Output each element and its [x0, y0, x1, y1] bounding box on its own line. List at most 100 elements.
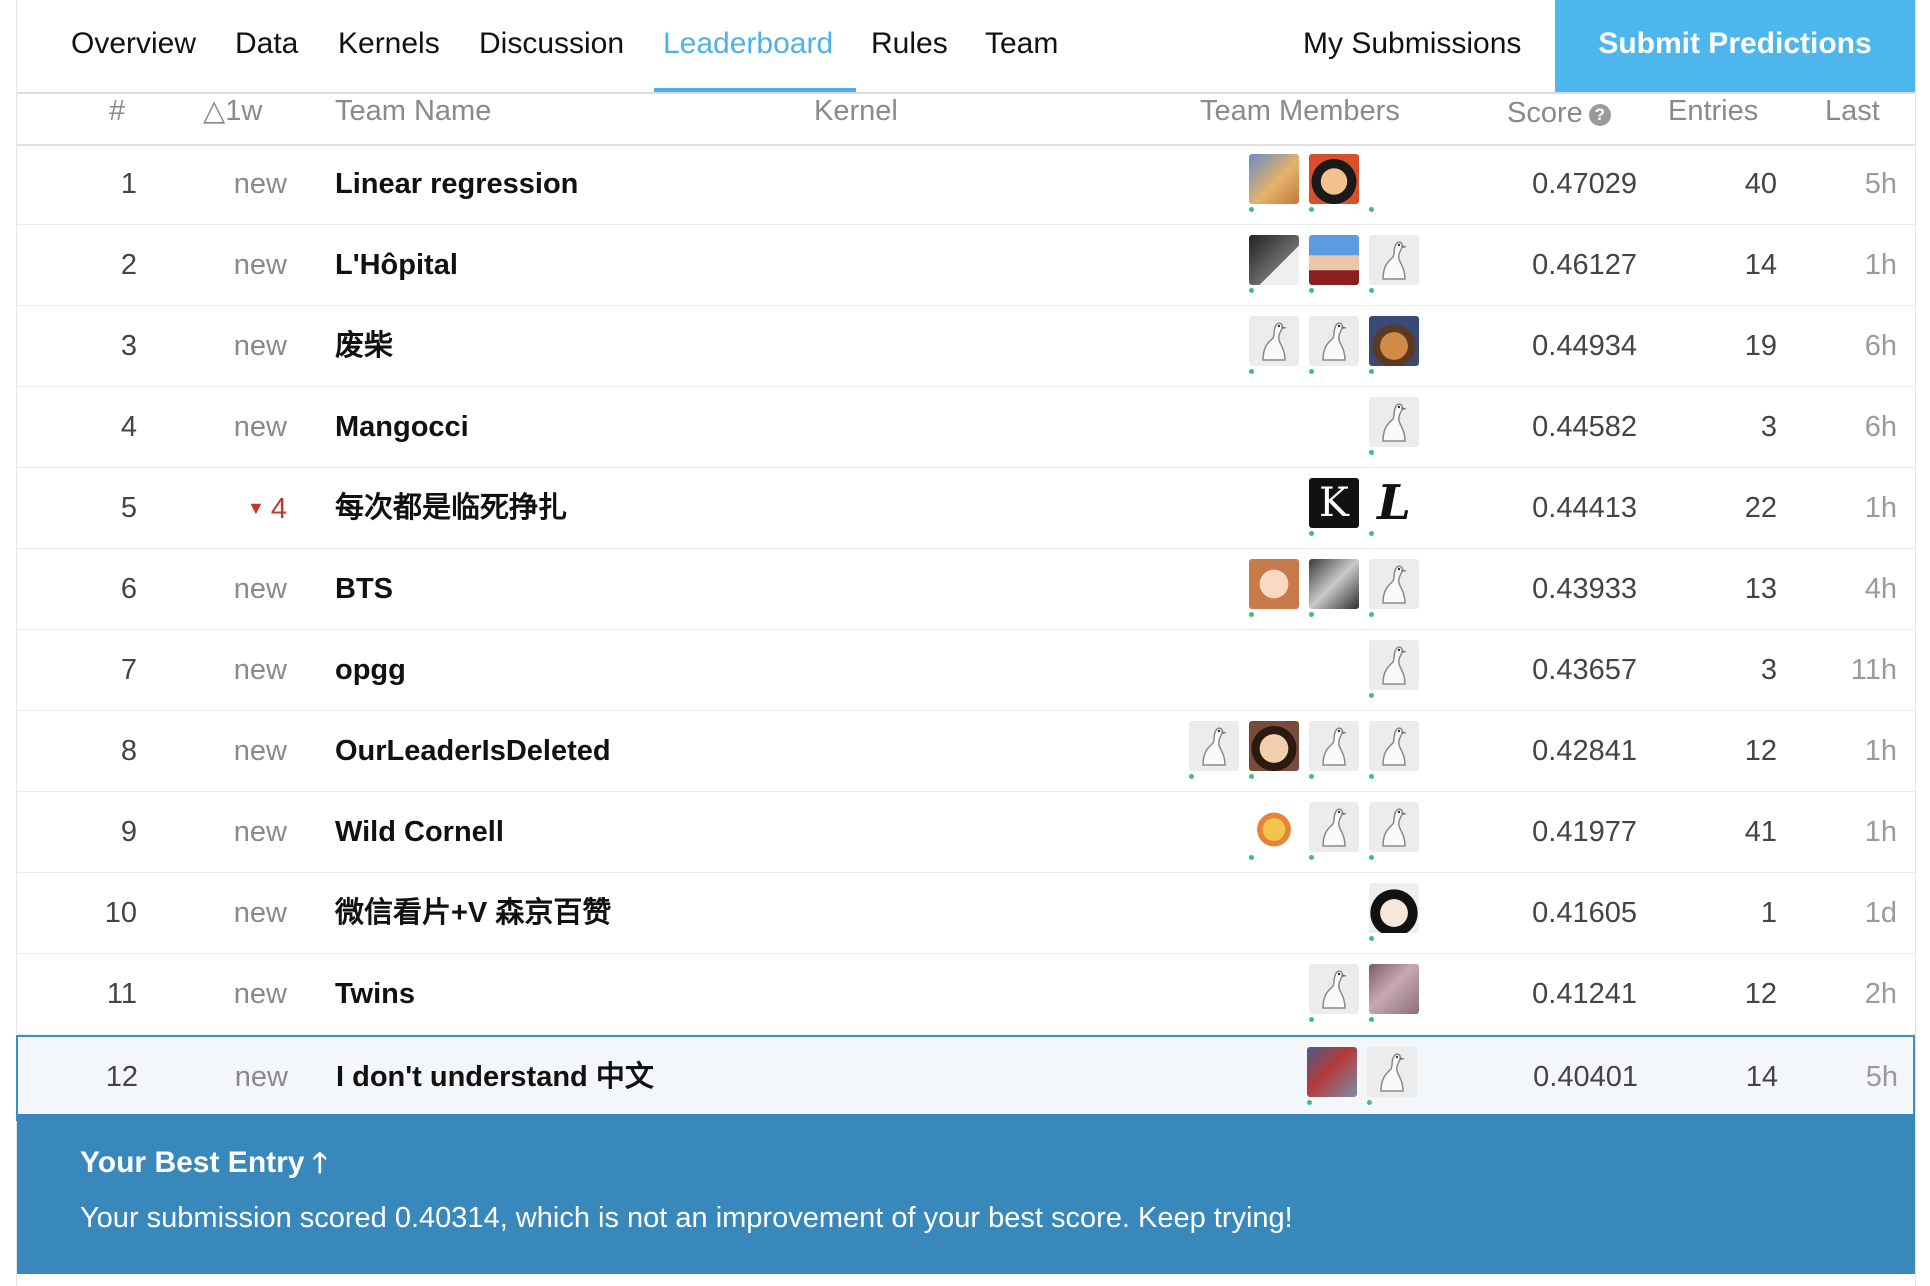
table-row[interactable]: 1 new Linear regression 0.47029 40 5h [17, 144, 1915, 225]
member-avatar[interactable] [1369, 235, 1419, 293]
member-avatar[interactable] [1369, 154, 1419, 212]
table-row[interactable]: 6 new BTS 0.43933 13 4h [17, 549, 1915, 630]
online-status-dot [1309, 612, 1314, 617]
default-goose-avatar-icon [1369, 397, 1419, 447]
tab-discussion[interactable]: Discussion [479, 0, 624, 92]
tab-overview[interactable]: Overview [71, 0, 196, 92]
rank-cell: 11 [106, 978, 137, 1010]
member-avatar[interactable] [1189, 721, 1239, 779]
col-kernel[interactable]: Kernel [814, 96, 898, 140]
last-submission-cell: 4h [1864, 573, 1897, 605]
online-status-dot [1369, 288, 1374, 293]
member-avatar[interactable] [1309, 964, 1359, 1022]
member-avatar[interactable] [1367, 1047, 1417, 1105]
member-avatar[interactable] [1309, 235, 1359, 293]
tab-kernels[interactable]: Kernels [338, 0, 440, 92]
online-status-dot [1309, 207, 1314, 212]
last-submission-cell: 1d [1864, 897, 1897, 929]
member-avatar[interactable] [1249, 559, 1299, 617]
score-cell: 0.43933 [1532, 573, 1637, 605]
table-row[interactable]: 9 new Wild Cornell 0.41977 41 1h [17, 792, 1915, 873]
default-goose-avatar-icon [1309, 316, 1359, 366]
default-goose-avatar-icon [1369, 721, 1419, 771]
member-avatar[interactable] [1307, 1047, 1357, 1105]
team-name: opgg [335, 654, 406, 686]
best-entry-banner: Your Best Entry 🡑 Your submission scored … [17, 1114, 1915, 1274]
entries-cell: 19 [1744, 330, 1777, 362]
question-circle-icon[interactable]: ? [1588, 104, 1611, 126]
change-value: new [233, 573, 287, 605]
change-cell: new [167, 144, 287, 224]
member-avatar[interactable] [1369, 640, 1419, 698]
member-avatar[interactable] [1249, 235, 1299, 293]
rank-cell: 3 [120, 330, 137, 362]
tab-team[interactable]: Team [985, 0, 1058, 92]
online-status-dot [1249, 855, 1254, 860]
change-cell: new [167, 711, 287, 791]
col-team-name[interactable]: Team Name [335, 96, 491, 140]
member-avatar[interactable] [1309, 721, 1359, 779]
table-row[interactable]: 10 new 微信看片+V 森京百赞 0.41605 1 1d [17, 873, 1915, 954]
member-avatar[interactable] [1249, 802, 1299, 860]
table-row[interactable]: 2 new L'Hôpital 0.46127 14 1h [17, 225, 1915, 306]
tab-leaderboard[interactable]: Leaderboard [663, 0, 833, 92]
change-cell: new [168, 1037, 288, 1117]
rank-cell: 7 [120, 654, 137, 686]
tab-rules[interactable]: Rules [871, 0, 948, 92]
member-avatar[interactable]: L [1369, 478, 1419, 536]
member-avatar[interactable] [1249, 721, 1299, 779]
table-row[interactable]: 4 new Mangocci 0.44582 3 6h [17, 387, 1915, 468]
online-status-dot [1309, 855, 1314, 860]
down-arrow-icon: ▼ [247, 498, 265, 518]
avatar-image [1369, 883, 1419, 933]
col-last[interactable]: Last [1825, 96, 1880, 140]
table-row[interactable]: 11 new Twins 0.41241 12 2h [17, 954, 1915, 1035]
avatar-image [1309, 559, 1359, 609]
my-submissions-link[interactable]: My Submissions [1303, 0, 1521, 92]
col-score[interactable]: Score? [1507, 98, 1611, 142]
change-value: new [233, 897, 287, 929]
online-status-dot [1369, 450, 1374, 455]
member-avatar[interactable] [1249, 154, 1299, 212]
online-status-dot [1249, 612, 1254, 617]
table-row[interactable]: 12 new I don't understand 中文 0.40401 14 5h [16, 1035, 1915, 1121]
member-avatar[interactable] [1249, 316, 1299, 374]
entries-cell: 22 [1744, 492, 1777, 524]
change-value: 4 [270, 493, 287, 525]
member-avatar[interactable] [1369, 559, 1419, 617]
avatar-image [1309, 235, 1359, 285]
member-avatar[interactable] [1369, 964, 1419, 1022]
member-avatar[interactable] [1309, 559, 1359, 617]
col-team-members[interactable]: Team Members [1200, 96, 1400, 140]
team-name: 微信看片+V 森京百赞 [335, 897, 612, 929]
member-avatar[interactable] [1309, 154, 1359, 212]
col-rank[interactable]: # [109, 96, 125, 140]
member-avatar[interactable] [1369, 721, 1419, 779]
member-avatar[interactable] [1309, 316, 1359, 374]
member-avatar[interactable] [1369, 316, 1419, 374]
col-change[interactable]: △1w [203, 96, 262, 140]
rank-cell: 6 [120, 573, 137, 605]
member-avatar[interactable]: K [1309, 478, 1359, 536]
tab-data[interactable]: Data [235, 0, 298, 92]
best-entry-title-text: Your Best Entry [80, 1146, 305, 1179]
team-members [1297, 1047, 1417, 1107]
team-name: Twins [335, 978, 416, 1010]
table-row[interactable]: 3 new 废柴 0.44934 19 6h [17, 306, 1915, 387]
score-cell: 0.44582 [1532, 411, 1637, 443]
submit-predictions-button[interactable]: Submit Predictions [1555, 0, 1915, 92]
member-avatar[interactable] [1369, 397, 1419, 455]
rank-cell: 1 [120, 168, 137, 200]
table-row[interactable]: 5 ▼ 4 每次都是临死挣扎 L K 0.44413 22 1h [17, 468, 1915, 549]
table-row[interactable]: 7 new opgg 0.43657 3 11h [17, 630, 1915, 711]
col-entries[interactable]: Entries [1668, 96, 1758, 140]
entries-cell: 14 [1744, 249, 1777, 281]
member-avatar[interactable] [1369, 883, 1419, 941]
avatar-image [1309, 154, 1359, 204]
team-name: BTS [335, 573, 393, 605]
online-status-dot [1249, 207, 1254, 212]
member-avatar[interactable] [1369, 802, 1419, 860]
member-avatar[interactable] [1309, 802, 1359, 860]
table-row[interactable]: 8 new OurLeaderIsDeleted 0.42841 12 1h [17, 711, 1915, 792]
online-status-dot [1369, 612, 1374, 617]
